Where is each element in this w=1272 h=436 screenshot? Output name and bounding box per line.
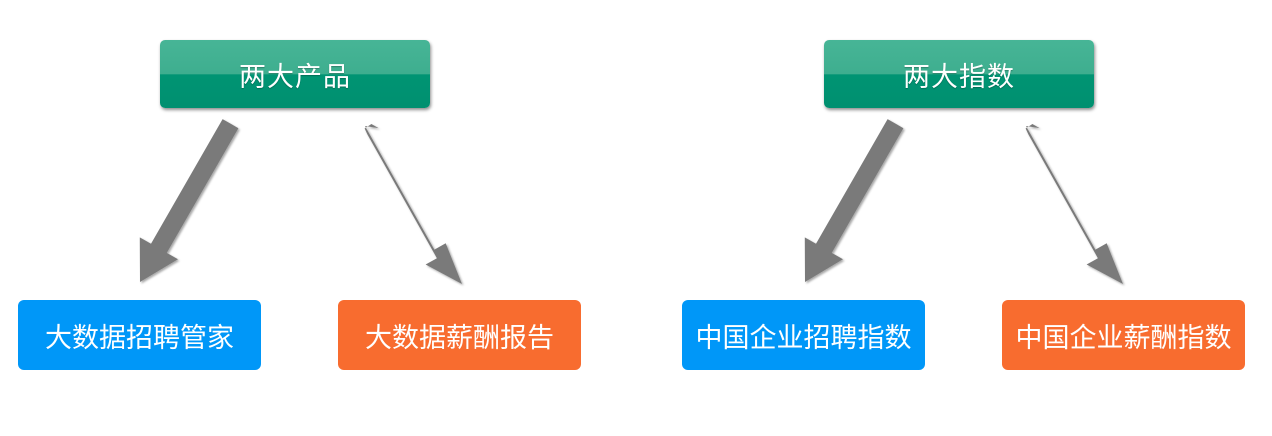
child-node-recruit-manager: 大数据招聘管家	[18, 300, 261, 370]
child-node-label: 大数据薪酬报告	[365, 322, 554, 354]
child-node-label: 中国企业招聘指数	[695, 322, 912, 354]
arrow-to-salary-index	[1025, 124, 1123, 284]
parent-node-label: 两大指数	[903, 61, 1015, 93]
parent-node-label: 两大产品	[239, 61, 351, 93]
hierarchy-diagram: 两大产品 大数据招聘管家 大数据薪酬报告 两大指数 中国企业招聘指数 中国企业薪…	[0, 0, 1272, 436]
parent-node-products: 两大产品	[160, 40, 430, 108]
child-node-recruit-index: 中国企业招聘指数	[682, 300, 925, 370]
child-node-salary-index: 中国企业薪酬指数	[1002, 300, 1245, 370]
arrow-to-recruit-manager	[139, 119, 239, 282]
child-node-label: 大数据招聘管家	[45, 322, 234, 354]
arrow-to-salary-report	[364, 124, 462, 284]
child-node-salary-report: 大数据薪酬报告	[338, 300, 581, 370]
arrow-to-recruit-index	[804, 119, 904, 282]
child-node-label: 中国企业薪酬指数	[1015, 322, 1232, 354]
parent-node-indexes: 两大指数	[824, 40, 1094, 108]
